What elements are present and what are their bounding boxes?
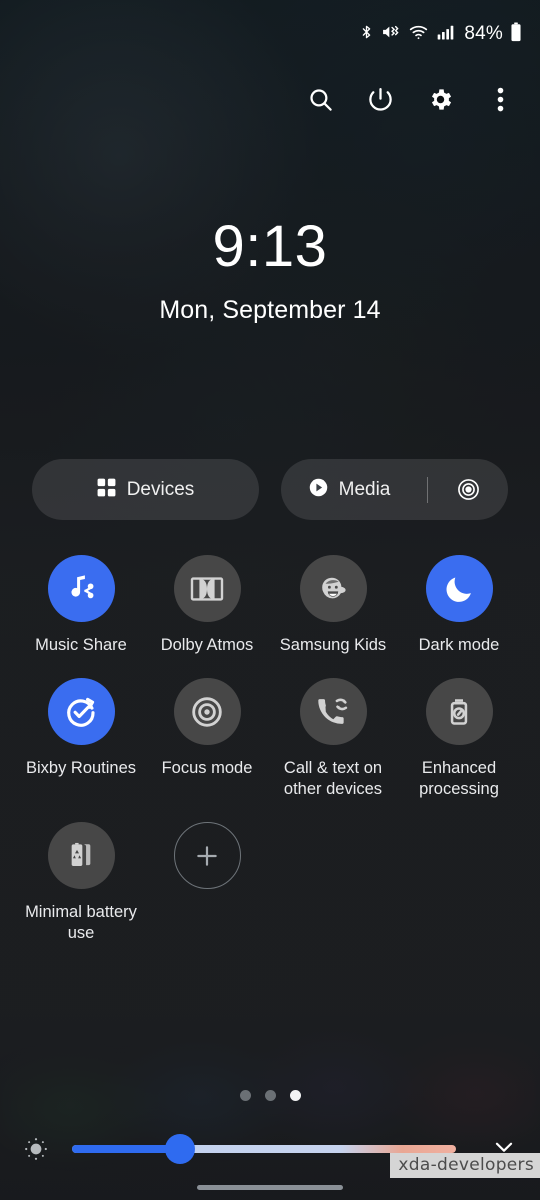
tile-samsung-kids[interactable]: Samsung Kids <box>270 555 396 656</box>
music-share-icon <box>47 555 115 622</box>
gear-icon <box>427 86 454 118</box>
tile-music-share[interactable]: Music Share <box>18 555 144 656</box>
tile-minimal-battery-use[interactable]: Minimal battery use <box>18 822 144 944</box>
tile-enhanced-processing[interactable]: Enhanced processing <box>396 678 522 800</box>
dolby-atmos-icon <box>173 555 241 622</box>
tile-add-button[interactable] <box>144 822 270 944</box>
page-dot-1[interactable] <box>239 1090 251 1101</box>
page-indicator <box>0 1090 540 1101</box>
moon-icon <box>425 555 493 622</box>
navigation-bar <box>0 1174 540 1200</box>
brightness-sun-icon[interactable] <box>0 1135 72 1163</box>
vibrate-icon <box>381 22 401 47</box>
devices-label: Devices <box>126 478 195 500</box>
clock-date[interactable]: Mon, September 14 <box>0 296 540 325</box>
media-button[interactable]: Media <box>281 459 508 520</box>
tile-label: Dolby Atmos <box>160 636 254 654</box>
battery-percent-label: 84% <box>464 23 503 44</box>
more-options-button[interactable] <box>470 78 530 126</box>
power-button[interactable] <box>350 78 410 126</box>
pill-divider <box>427 476 429 503</box>
battery-icon <box>510 21 522 47</box>
slider-thumb[interactable] <box>164 1134 195 1164</box>
devices-button[interactable]: Devices <box>32 459 259 520</box>
wifi-icon <box>408 22 429 47</box>
tile-label: Minimal battery use <box>25 903 137 943</box>
settings-button[interactable] <box>410 78 470 126</box>
media-label: Media <box>338 478 391 500</box>
page-dot-3[interactable] <box>289 1090 301 1101</box>
clock-time[interactable]: 9:13 <box>0 218 540 276</box>
enhanced-processing-icon <box>425 678 493 746</box>
grid-squares-icon <box>97 478 116 502</box>
quick-settings-screen: 84% 9:13 Mon, September 14 Devices Media… <box>0 0 540 1200</box>
tile-bixby-routines[interactable]: Bixby Routines <box>18 678 144 800</box>
play-circle-icon <box>309 478 328 502</box>
tile-label: Bixby Routines <box>25 759 137 778</box>
tile-call-text-other-devices[interactable]: Call & text on other devices <box>270 678 396 800</box>
quick-settings-tiles: Music Share Dolby Atmos Samsung Kids Dar… <box>18 555 522 945</box>
bluetooth-icon <box>359 22 374 47</box>
call-sync-icon <box>299 678 367 746</box>
tile-label: Enhanced processing <box>419 759 499 799</box>
quick-settings-toolbar <box>290 78 530 126</box>
tile-label: Call & text on other devices <box>283 759 383 799</box>
search-button[interactable] <box>290 78 350 126</box>
more-vertical-icon <box>497 86 504 118</box>
samsung-kids-icon <box>299 555 367 622</box>
pill-row: Devices Media <box>32 459 508 520</box>
focus-target-icon <box>173 678 241 746</box>
tile-dark-mode[interactable]: Dark mode <box>396 555 522 656</box>
page-dot-2[interactable] <box>264 1090 276 1101</box>
tile-label: Dark mode <box>418 636 500 654</box>
gesture-handle[interactable] <box>197 1184 343 1190</box>
media-output-icon[interactable] <box>457 478 480 501</box>
tile-label: Music Share <box>35 636 127 654</box>
add-plus-icon <box>173 822 241 890</box>
search-icon <box>307 86 334 118</box>
tile-focus-mode[interactable]: Focus mode <box>144 678 270 800</box>
clock-block: 9:13 Mon, September 14 <box>0 218 540 325</box>
tile-label: Samsung Kids <box>279 636 387 654</box>
slider-fill <box>72 1145 180 1153</box>
tile-dolby-atmos[interactable]: Dolby Atmos <box>144 555 270 656</box>
minimal-battery-icon <box>47 822 115 890</box>
signal-icon <box>436 22 456 47</box>
power-icon <box>367 86 394 118</box>
tile-label: Focus mode <box>161 759 253 778</box>
status-bar: 84% <box>0 0 540 68</box>
bixby-routines-icon <box>47 678 115 746</box>
